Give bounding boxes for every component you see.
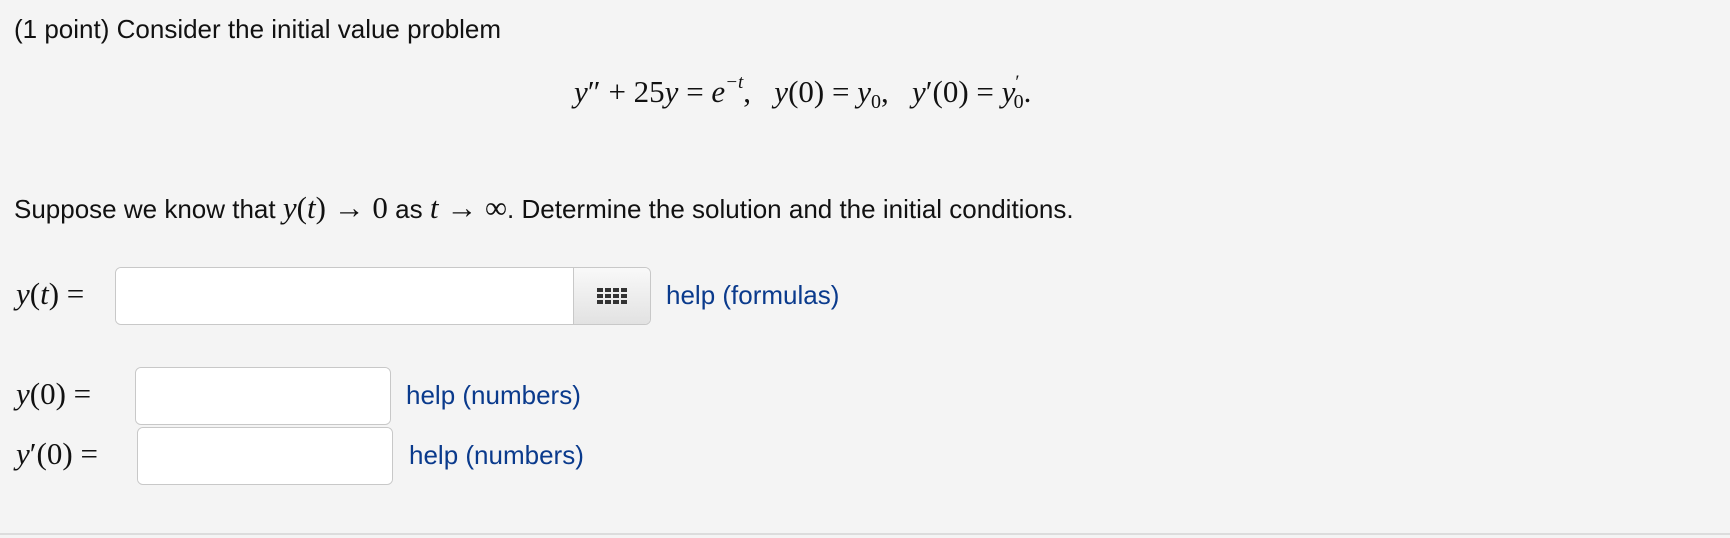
y0-input[interactable] [136, 368, 390, 424]
bottom-divider [0, 533, 1730, 535]
label-yt: y(t) = [16, 276, 85, 311]
yp0-input[interactable] [138, 428, 392, 484]
problem-intro: Consider the initial value problem [116, 14, 502, 44]
help-numbers-link-yp0[interactable]: help (numbers) [409, 440, 584, 471]
problem-header: (1 point) Consider the initial value pro… [14, 14, 501, 45]
help-numbers-link-y0[interactable]: help (numbers) [406, 380, 581, 411]
yt-answer-field [115, 267, 651, 325]
label-yp0: y′(0) = [16, 436, 98, 471]
yp0-answer-field [137, 427, 393, 485]
yt-input[interactable] [116, 268, 573, 324]
help-formulas-link[interactable]: help (formulas) [666, 280, 839, 311]
label-y0: y(0) = [16, 376, 92, 411]
grid-icon [597, 288, 627, 304]
y0-answer-field [135, 367, 391, 425]
points-label: (1 point) [14, 14, 110, 44]
ode-equation: y″ + 25y = e−t, y(0) = y0, y′(0) = y′0. [574, 72, 1032, 113]
yt-equation-editor-button[interactable] [573, 268, 650, 324]
condition-sentence: Suppose we know that y(t) → 0 as t → ∞. … [14, 190, 1074, 225]
